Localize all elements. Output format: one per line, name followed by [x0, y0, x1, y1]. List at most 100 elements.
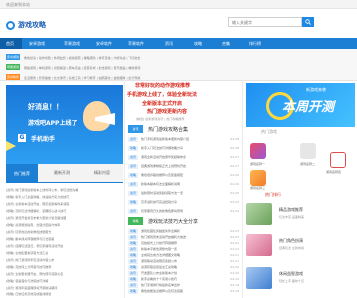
list-item[interactable]: [攻略] 全收集要素获取方法汇总	[6, 251, 123, 257]
nav-item-news[interactable]: 资讯	[165, 41, 173, 47]
category-title[interactable]: 热门游戏攻略合集	[148, 126, 188, 133]
category-badge[interactable]: 攻略	[128, 217, 143, 225]
list-item[interactable]: [攻略] 副本通关阵容推荐与打法思路	[6, 237, 123, 243]
list-item[interactable]: [资讯] 全新服务器开启，预约即可领取礼包	[6, 272, 123, 278]
list-item[interactable]: [攻略] 日常任务高效完成路线规划	[6, 292, 123, 298]
game-name[interactable]: 游戏名称二	[300, 162, 315, 166]
news-title[interactable]: 高手进阶技巧实战经验分享	[141, 200, 223, 204]
game-icon[interactable]	[330, 152, 346, 168]
news-date: 04-28	[230, 137, 239, 141]
list-item[interactable]: [攻略] 新手入门必备攻略，快速提升实力的技巧	[6, 195, 123, 201]
headline-link[interactable]: 手机游戏上线了，体验全新玩法	[127, 91, 197, 98]
nav-item-guides[interactable]: 攻略	[194, 41, 202, 47]
nav-item-ios-games[interactable]: 苹果游戏	[64, 41, 80, 47]
tab-featured[interactable]: 精彩内容	[94, 170, 110, 176]
news-title[interactable]: 最新限时活动奖励领取方法一览	[141, 191, 223, 195]
search-input[interactable]	[228, 17, 302, 27]
news-title[interactable]: 角色培养路线推荐以及装备搭配	[141, 173, 223, 177]
game-name[interactable]: 游戏名称四	[326, 170, 341, 174]
rank-thumbnail[interactable]	[246, 234, 272, 256]
news-row[interactable]: 攻略 高手进阶技巧实战经验分享 04-25	[128, 199, 239, 205]
news-title[interactable]: 经典游戏重制版正式上线预约开启	[141, 164, 223, 168]
nav-item-android-apps[interactable]: 安卓软件	[96, 41, 112, 47]
news-title[interactable]: 竞技模式上分技巧阵容推荐	[141, 241, 223, 245]
subnav-links-row[interactable]: 网络游戏 | 单机游戏 | 冒险解谜 | 赛车竞速 | 经营养成 | 射击游戏 …	[24, 66, 140, 70]
news-title[interactable]: 新版本平衡性调整内容一览	[141, 247, 223, 251]
list-item[interactable]: [攻略] 竞技场上分阵容与技巧推荐	[6, 265, 123, 271]
news-title[interactable]: 玩家期待已久的新角色即将登场	[141, 209, 223, 213]
banner-title: 本周开测	[282, 100, 335, 115]
news-title[interactable]: 资源获取途径最全汇总攻略	[141, 265, 223, 269]
list-item[interactable]: [资讯] 经典玩法回归，老玩家福利活动开启	[6, 244, 123, 250]
news-row[interactable]: 攻略 角色技能加点推荐以及玩法思路 04-18	[128, 288, 239, 294]
news-row[interactable]: 资讯 最新限时活动奖励领取方法一览 04-25	[128, 190, 239, 196]
search-button[interactable]	[302, 17, 314, 27]
news-title[interactable]: 新手必看的十个实用小技巧	[141, 277, 223, 281]
rank-title[interactable]: 热门角色扮演	[279, 238, 303, 244]
rank-thumbnail[interactable]	[246, 203, 272, 225]
app-promo-banner[interactable]: 好消息！！ 游戏吧APP上线了 G 手机助手	[6, 85, 123, 164]
category-badge[interactable]: 资讯	[128, 125, 143, 133]
tab-hot[interactable]: 热门推荐	[6, 164, 38, 183]
news-title[interactable]: 游戏隐藏任务触发条件全解析	[141, 229, 223, 233]
list-item[interactable]: [资讯] 热门游戏周年庆活动内容公布	[6, 258, 123, 264]
site-logo[interactable]: 游戏攻略	[6, 20, 46, 30]
list-item[interactable]: [攻略] 装备强化与洗练技巧详解	[6, 279, 123, 285]
news-title[interactable]: 热门手机游戏最新版本更新内容介绍	[141, 137, 223, 141]
rank-subtitle: 轻松上手 趣味十足	[279, 279, 304, 283]
news-title[interactable]: 全成就达成方法详细图文攻略	[141, 253, 223, 257]
headline-link[interactable]: 全新版本正式开启	[142, 100, 182, 107]
list-item[interactable]: [资讯] 游戏开发商宣布重大更新计划及路线图	[6, 216, 123, 222]
top-bar: 欢迎来到本站	[0, 0, 357, 9]
subnav-links-row[interactable]: 生活服务 | 影音播放 | 社交通讯 | 系统工具 | 学习教育 | 拍照美化 …	[24, 76, 140, 80]
news-date: 04-27	[230, 155, 239, 159]
news-title[interactable]: 新手入门玩法技巧详细攻略分享	[141, 146, 223, 150]
list-item[interactable]: [攻略] 高阶玩法详细解析，掌握核心战斗技巧	[6, 209, 123, 215]
game-icon[interactable]	[300, 143, 316, 159]
game-icon[interactable]	[250, 143, 266, 159]
headline-link[interactable]: 热门游戏更新内容	[147, 108, 187, 115]
subnav-links-row[interactable]: 角色扮演 | 动作冒险 | 休闲益智 | 模拟经营 | 策略塔防 | 体育竞技 …	[24, 56, 140, 60]
weekly-test-banner[interactable]: 新游戏来袭 本周开测	[246, 83, 355, 127]
news-tag: 攻略	[128, 200, 138, 205]
news-title[interactable]: 热门手游排行榜最新名单出炉	[141, 283, 223, 287]
list-item[interactable]: [攻略] 资源规划指南，合理分配提升效率	[6, 223, 123, 229]
news-tag: 攻略	[128, 173, 138, 178]
nav-item-android-games[interactable]: 安卓游戏	[29, 41, 45, 47]
news-row[interactable]: 资讯 经典游戏重制版正式上线预约开启 04-27	[128, 163, 239, 169]
logo-icon	[6, 20, 15, 30]
news-title[interactable]: 游戏全新活动开启豪华奖励等你拿	[141, 155, 223, 159]
news-title[interactable]: 角色技能加点推荐以及玩法思路	[141, 289, 223, 293]
game-icon[interactable]	[250, 170, 266, 186]
list-item[interactable]: [资讯] 玩家热议的新角色技能曝光	[6, 230, 123, 236]
list-item[interactable]: [资讯] 全新版本活动开启，限定奖励等你来领取	[6, 202, 123, 208]
headline-link[interactable]: 非常好玩的动作游戏推荐	[135, 82, 190, 89]
news-row[interactable]: 攻略 新手入门玩法技巧详细攻略分享 04-28	[128, 145, 239, 151]
news-row[interactable]: 资讯 新版本副本玩法全面解析说明 04-26	[128, 181, 239, 187]
news-title[interactable]: 新版本副本玩法全面解析说明	[141, 182, 223, 186]
nav-item-collections[interactable]: 合集	[222, 41, 230, 47]
game-name[interactable]: 游戏名称一	[250, 162, 265, 166]
nav-item-home[interactable]: 首页	[6, 41, 14, 47]
subnav-badge-android-games[interactable]: 安卓游戏	[6, 54, 20, 60]
news-row[interactable]: 资讯 热门手机游戏最新版本更新内容介绍 04-28	[128, 136, 239, 142]
hot-games-label: 热门游戏	[261, 129, 277, 134]
rank-title[interactable]: 精品游戏推荐	[279, 207, 303, 213]
nav-item-ios-apps[interactable]: 苹果软件	[128, 41, 144, 47]
subnav-badge-ios-games[interactable]: 苹果游戏	[6, 64, 20, 70]
category-title[interactable]: 游戏玩法技巧大全分享	[148, 218, 198, 225]
news-row[interactable]: 攻略 角色培养路线推荐以及装备搭配 04-26	[128, 172, 239, 178]
news-date: 04-25	[230, 191, 239, 195]
rank-thumbnail[interactable]	[246, 267, 272, 289]
rank-title[interactable]: 休闲益智游戏	[279, 271, 303, 277]
tab-new-test[interactable]: 最新开测	[54, 170, 70, 176]
subnav-badge-android-apps[interactable]: 安卓软件	[6, 74, 20, 80]
nav-item-rankings[interactable]: 排行榜	[249, 41, 261, 47]
news-title[interactable]: 游戏联动活动限定奖励公布	[141, 259, 223, 263]
list-item[interactable]: [资讯] 热门游戏最新版本上线时间公布，新玩法抢先看	[6, 188, 123, 194]
news-title[interactable]: 开发团队公布全新版本计划	[141, 271, 223, 275]
news-title[interactable]: 热门游戏周末活动开启福利大放送	[141, 235, 223, 239]
news-row[interactable]: 资讯 玩家期待已久的新角色即将登场 04-24	[128, 208, 239, 214]
game-name[interactable]: 游戏名称三	[250, 186, 265, 190]
news-row[interactable]: 资讯 游戏全新活动开启豪华奖励等你拿 04-27	[128, 154, 239, 160]
